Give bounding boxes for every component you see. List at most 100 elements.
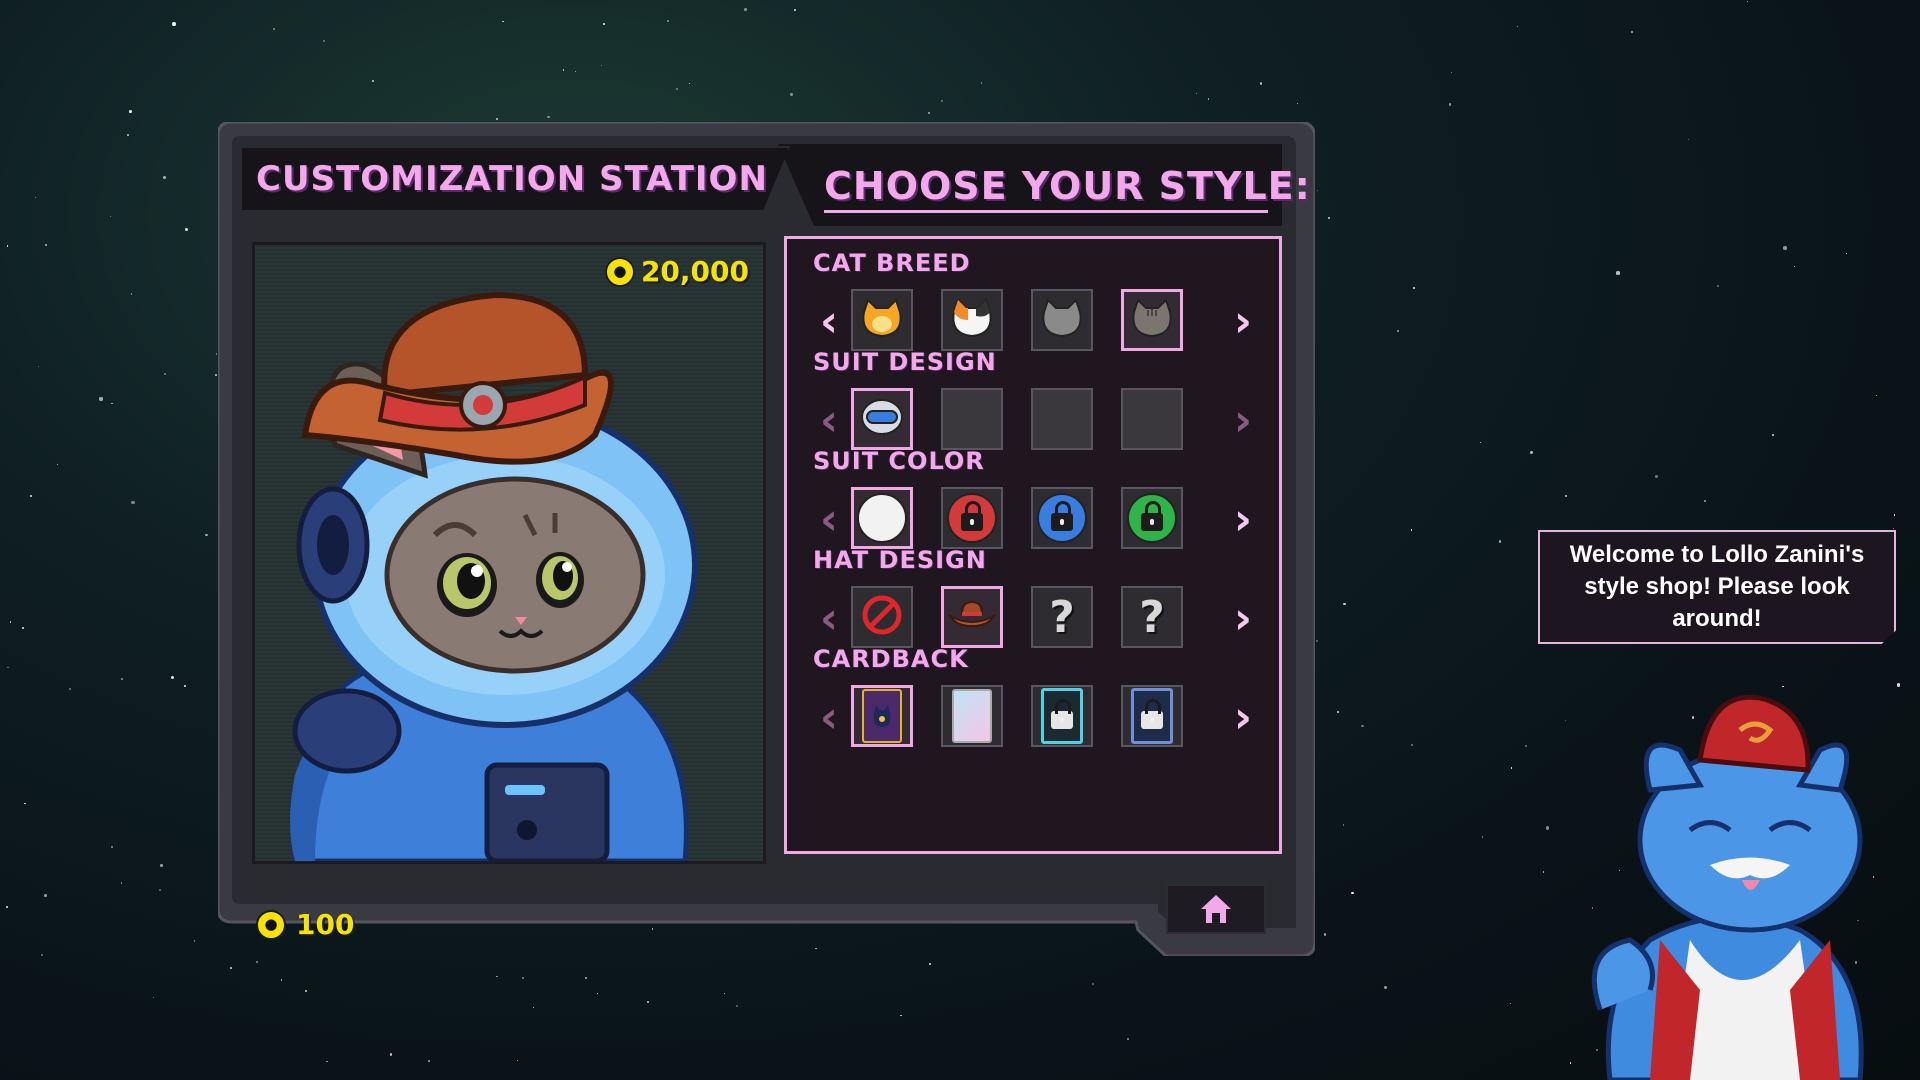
star bbox=[496, 118, 499, 121]
option-slot[interactable]: ? bbox=[1121, 586, 1183, 648]
star bbox=[1525, 745, 1528, 748]
option-slot[interactable] bbox=[851, 487, 913, 549]
star bbox=[501, 20, 504, 23]
green-suit-swatch bbox=[1127, 493, 1177, 543]
section-label: CARDBACK bbox=[813, 645, 969, 673]
prev-arrow-button[interactable]: ‹ bbox=[811, 396, 847, 446]
star bbox=[230, 967, 233, 969]
star bbox=[131, 500, 135, 505]
star bbox=[99, 397, 103, 401]
option-slot[interactable] bbox=[851, 388, 913, 450]
star bbox=[1894, 514, 1896, 516]
prev-arrow-button[interactable]: ‹ bbox=[811, 693, 847, 743]
star bbox=[1481, 836, 1483, 838]
star bbox=[743, 7, 747, 11]
star bbox=[1511, 767, 1513, 769]
star bbox=[1323, 933, 1327, 936]
next-arrow-button[interactable]: › bbox=[1225, 297, 1261, 347]
option-slot[interactable] bbox=[941, 289, 1003, 351]
lock-icon bbox=[1051, 501, 1073, 531]
star bbox=[575, 71, 577, 73]
no-hat-icon bbox=[860, 593, 904, 641]
option-slot[interactable] bbox=[1031, 388, 1093, 450]
star bbox=[390, 1053, 393, 1056]
star bbox=[1361, 725, 1364, 728]
star bbox=[1655, 474, 1659, 478]
option-slot[interactable] bbox=[941, 586, 1003, 648]
star bbox=[1296, 102, 1299, 105]
calico-cat-icon bbox=[950, 298, 994, 342]
star bbox=[57, 463, 59, 465]
option-row: ‹ › bbox=[811, 685, 1261, 751]
star bbox=[7, 666, 9, 669]
star bbox=[214, 373, 217, 376]
lock-icon bbox=[1141, 501, 1163, 531]
prev-arrow-button[interactable]: ‹ bbox=[811, 594, 847, 644]
star bbox=[37, 365, 39, 368]
star bbox=[1479, 442, 1481, 444]
next-arrow-button[interactable]: › bbox=[1225, 495, 1261, 545]
option-slot[interactable] bbox=[1031, 685, 1093, 747]
prev-arrow-button[interactable]: ‹ bbox=[811, 495, 847, 545]
option-slot[interactable] bbox=[851, 586, 913, 648]
star bbox=[121, 882, 123, 884]
star bbox=[900, 1014, 902, 1017]
white-suit-swatch bbox=[857, 493, 907, 543]
option-slot[interactable] bbox=[851, 289, 913, 351]
star bbox=[928, 963, 931, 966]
basic-amount: 100 bbox=[296, 908, 355, 941]
home-button[interactable] bbox=[1166, 884, 1266, 934]
section-suit-color: SUIT COLOR ‹ › bbox=[787, 447, 1279, 549]
star bbox=[1875, 395, 1877, 397]
option-slot[interactable] bbox=[1121, 388, 1183, 450]
star bbox=[1343, 602, 1346, 606]
star bbox=[675, 87, 678, 91]
star bbox=[22, 626, 24, 629]
star bbox=[1529, 450, 1533, 454]
page-title: CUSTOMIZATION STATION bbox=[256, 159, 768, 199]
section-hat-design: HAT DESIGN ‹?? › bbox=[787, 546, 1279, 648]
title-plate: CUSTOMIZATION STATION bbox=[240, 146, 790, 212]
blue-locked-cardback-icon bbox=[1131, 688, 1173, 744]
blue-suit-swatch bbox=[1037, 493, 1087, 543]
star bbox=[120, 678, 123, 681]
cat-cardback-icon bbox=[862, 689, 902, 743]
star bbox=[1704, 500, 1707, 503]
star bbox=[273, 28, 276, 31]
option-slot[interactable] bbox=[941, 685, 1003, 747]
option-slot[interactable] bbox=[1121, 487, 1183, 549]
star bbox=[171, 22, 176, 26]
star bbox=[1397, 330, 1399, 332]
star bbox=[111, 402, 113, 404]
star bbox=[1327, 216, 1331, 219]
question-mark-icon: ? bbox=[1049, 591, 1075, 643]
option-slot[interactable] bbox=[941, 487, 1003, 549]
option-slot[interactable] bbox=[1121, 685, 1183, 747]
option-slot[interactable] bbox=[941, 388, 1003, 450]
star bbox=[532, 1006, 534, 1008]
next-arrow-button[interactable]: › bbox=[1225, 396, 1261, 446]
next-arrow-button[interactable]: › bbox=[1225, 693, 1261, 743]
option-slot[interactable]: ? bbox=[1031, 586, 1093, 648]
star bbox=[647, 1000, 650, 1004]
star bbox=[1207, 98, 1210, 100]
option-slot[interactable] bbox=[1031, 289, 1093, 351]
star bbox=[205, 534, 208, 537]
star bbox=[1384, 985, 1388, 989]
star bbox=[980, 82, 983, 84]
star bbox=[127, 134, 129, 137]
star bbox=[1342, 824, 1345, 826]
star bbox=[128, 110, 132, 113]
next-arrow-button[interactable]: › bbox=[1225, 594, 1261, 644]
star bbox=[164, 372, 166, 375]
speech-bubble: Welcome to Lollo Zanini's style shop! Pl… bbox=[1538, 530, 1896, 644]
star bbox=[69, 687, 72, 690]
star bbox=[928, 112, 931, 115]
option-slot[interactable] bbox=[1121, 289, 1183, 351]
shopkeeper-dialogue: Welcome to Lollo Zanini's style shop! Pl… bbox=[1569, 541, 1865, 632]
orange-cat-icon bbox=[860, 298, 904, 342]
style-options-panel: CAT BREED ‹ › SUIT DESIGN ‹ › SUIT COLOR ‹ › HAT … bbox=[784, 236, 1282, 854]
option-slot[interactable] bbox=[1031, 487, 1093, 549]
option-slot[interactable] bbox=[851, 685, 913, 747]
prev-arrow-button[interactable]: ‹ bbox=[811, 297, 847, 347]
